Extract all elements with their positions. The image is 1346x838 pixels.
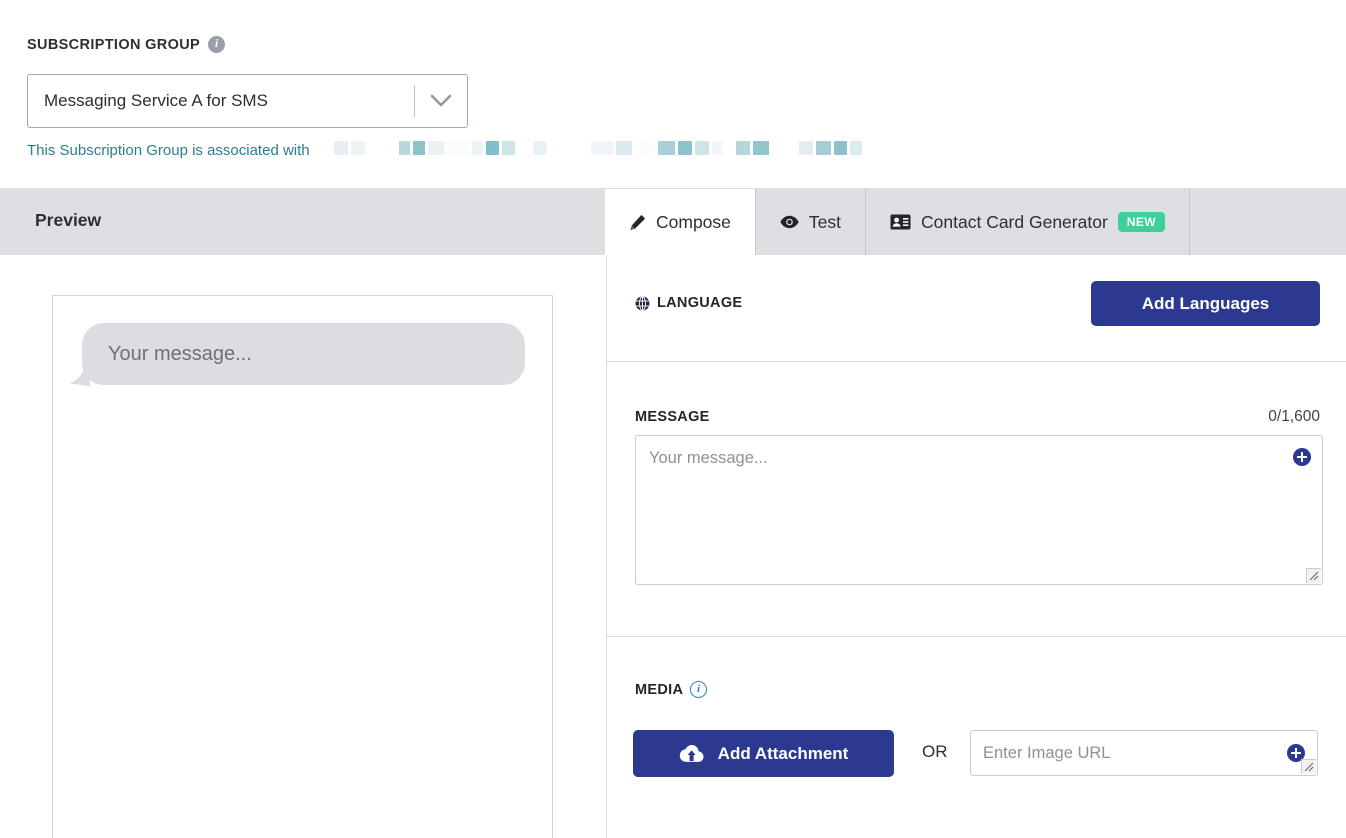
resize-grip-icon[interactable] — [1301, 759, 1316, 774]
add-languages-button[interactable]: Add Languages — [1091, 281, 1320, 326]
media-panel: MEDIA i Add Attachment OR Enter Image UR… — [606, 637, 1346, 838]
message-placeholder: Your message... — [649, 449, 768, 467]
message-label: MESSAGE — [635, 409, 710, 425]
resize-grip-icon[interactable] — [1306, 568, 1321, 583]
contact-card-icon — [890, 214, 911, 230]
pencil-icon — [629, 214, 646, 231]
eye-icon — [780, 215, 799, 229]
preview-pane: Preview Your message... — [0, 189, 605, 838]
preview-phone-frame: Your message... — [52, 295, 553, 838]
tab-contact-card-generator[interactable]: Contact Card Generator NEW — [866, 189, 1190, 255]
message-field-wrapper: Your message... — [635, 435, 1323, 585]
or-label: OR — [922, 742, 948, 761]
bubble-tail-icon — [68, 364, 90, 386]
compose-tabstrip: Compose Test Contact Card Generator NEW — [605, 189, 1346, 255]
message-header: MESSAGE 0/1,600 — [635, 408, 1320, 426]
image-url-input[interactable]: Enter Image URL — [970, 730, 1318, 776]
subscription-group-note-text: This Subscription Group is associated wi… — [27, 142, 310, 159]
language-label-row: LANGUAGE — [635, 295, 742, 311]
info-circle-icon[interactable]: i — [208, 36, 226, 53]
language-panel: LANGUAGE Add Languages — [606, 255, 1346, 362]
subscription-group-section: SUBSCRIPTION GROUP i Messaging Service A… — [0, 0, 1346, 189]
subscription-group-note: This Subscription Group is associated wi… — [27, 141, 865, 159]
compose-pane: Compose Test Contact Card Generator NEW … — [605, 189, 1346, 838]
compose-screen: SUBSCRIPTION GROUP i Messaging Service A… — [0, 0, 1346, 838]
tab-compose-label: Compose — [656, 211, 731, 232]
plus-circle-icon[interactable] — [1293, 448, 1311, 466]
message-character-counter: 0/1,600 — [1268, 408, 1320, 425]
info-circle-icon[interactable]: i — [690, 681, 708, 698]
redacted-association-text — [333, 141, 865, 155]
status-badge-new: NEW — [1117, 212, 1165, 232]
tab-test[interactable]: Test — [756, 189, 867, 255]
add-attachment-button[interactable]: Add Attachment — [633, 730, 894, 777]
preview-message-bubble: Your message... — [68, 323, 525, 386]
tab-compose[interactable]: Compose — [605, 189, 756, 255]
image-url-wrapper: Enter Image URL — [970, 730, 1318, 776]
preview-bubble-placeholder: Your message... — [108, 342, 252, 365]
message-panel: MESSAGE 0/1,600 Your message... — [606, 362, 1346, 637]
tab-contact-card-generator-label: Contact Card Generator — [921, 211, 1108, 232]
globe-icon — [635, 295, 650, 311]
chevron-down-icon[interactable] — [415, 75, 467, 127]
tab-test-label: Test — [808, 211, 842, 232]
language-label: LANGUAGE — [657, 295, 743, 311]
cloud-upload-icon — [679, 744, 704, 763]
subscription-group-label: SUBSCRIPTION GROUP — [27, 36, 201, 53]
subscription-group-selected-value: Messaging Service A for SMS — [44, 91, 268, 110]
image-url-placeholder: Enter Image URL — [983, 744, 1111, 762]
message-textarea[interactable]: Your message... — [635, 435, 1323, 585]
media-label-row: MEDIA i — [635, 681, 708, 698]
subscription-group-select[interactable]: Messaging Service A for SMS — [27, 74, 468, 128]
preview-title: Preview — [35, 210, 102, 230]
media-label: MEDIA — [635, 681, 684, 698]
add-attachment-label: Add Attachment — [717, 743, 849, 763]
subscription-group-label-row: SUBSCRIPTION GROUP i — [27, 36, 226, 53]
